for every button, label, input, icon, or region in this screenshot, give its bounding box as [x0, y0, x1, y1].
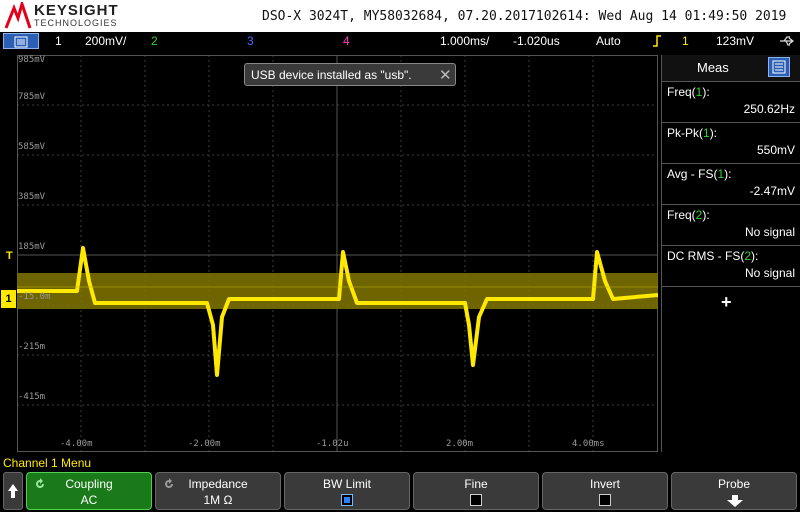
close-icon[interactable]: ✕: [439, 66, 452, 84]
label-suffix: ):: [751, 249, 759, 263]
x-tick-label: -1.02u: [316, 439, 349, 449]
measurement-panel: Meas Freq(1): 250.62Hz Pk-Pk(1): 550mV A…: [661, 55, 800, 452]
trigger-level[interactable]: 123mV: [716, 34, 754, 48]
menu-icon: [14, 36, 28, 48]
x-tick-label: -4.00m: [60, 439, 93, 449]
measurement-item[interactable]: Avg - FS(1): -2.47mV: [662, 164, 800, 205]
add-measurement-button[interactable]: +: [721, 292, 732, 313]
ch2-number[interactable]: 2: [151, 34, 158, 48]
header-bar: KEYSIGHT TECHNOLOGIES DSO-X 3024T, MY580…: [0, 0, 800, 32]
checkbox-fill: [344, 497, 350, 503]
bw-limit-checkbox[interactable]: [341, 494, 353, 506]
waveform-display[interactable]: [17, 55, 658, 452]
measurement-value: 250.62Hz: [743, 102, 795, 116]
measurement-item[interactable]: Pk-Pk(1): 550mV: [662, 123, 800, 164]
measurement-label: DC RMS - FS(2):: [667, 249, 758, 263]
y-tick-label: -415m: [18, 392, 46, 402]
impedance-softkey[interactable]: Impedance 1M Ω: [155, 472, 281, 510]
coupling-value: AC: [80, 493, 98, 507]
trigger-mode[interactable]: Auto: [596, 34, 621, 48]
coupling-softkey[interactable]: Coupling AC: [26, 472, 152, 510]
measurement-item[interactable]: Freq(2): No signal: [662, 205, 800, 246]
main-menu-button[interactable]: [3, 33, 39, 49]
invert-softkey[interactable]: Invert: [542, 472, 668, 510]
measurement-value: 550mV: [756, 143, 795, 157]
bw-limit-label: BW Limit: [323, 477, 371, 491]
x-tick-label: 2.00m: [446, 439, 474, 449]
arrow-up-icon: [8, 484, 18, 498]
x-tick-label: -2.00m: [188, 439, 221, 449]
arrow-down-icon: [727, 495, 743, 507]
fine-softkey[interactable]: Fine: [413, 472, 539, 510]
measurement-menu-button[interactable]: [768, 57, 790, 77]
measurement-item[interactable]: DC RMS - FS(2): No signal: [662, 246, 800, 287]
label-prefix: Pk-Pk(: [667, 126, 703, 140]
probe-label: Probe: [717, 477, 751, 491]
probe-softkey[interactable]: Probe: [671, 472, 797, 510]
measurement-label: Freq(1):: [667, 85, 710, 99]
measurement-value: No signal: [744, 266, 795, 280]
label-suffix: ):: [709, 126, 718, 140]
y-tick-label: -215m: [18, 342, 46, 352]
ch1-ground-marker-label: 1: [5, 293, 12, 305]
menu-up-button[interactable]: [3, 472, 23, 510]
measurement-label: Freq(2):: [667, 208, 710, 222]
trigger-channel[interactable]: 1: [682, 34, 689, 48]
fine-checkbox[interactable]: [470, 494, 482, 506]
label-suffix: ):: [724, 167, 732, 181]
measurement-title: Meas: [697, 60, 729, 75]
ch4-number[interactable]: 4: [343, 34, 350, 48]
measurement-value: No signal: [744, 225, 795, 239]
bw-limit-softkey[interactable]: BW Limit: [284, 472, 410, 510]
timebase-scale[interactable]: 1.000ms/: [440, 34, 489, 48]
usb-icon: [780, 36, 794, 46]
measurement-label: Pk-Pk(1):: [667, 126, 717, 140]
keysight-logo-icon: [4, 2, 32, 29]
label-suffix: ):: [702, 208, 710, 222]
brand-name: KEYSIGHT: [34, 2, 119, 19]
y-tick-label: -15.0m: [18, 292, 51, 302]
measurement-label: Avg - FS(1):: [667, 167, 732, 181]
notification-text: USB device installed as "usb".: [251, 68, 412, 82]
y-tick-label: 385mV: [18, 192, 46, 202]
instrument-info: DSO-X 3024T, MY58032684, 07.20.201710261…: [262, 9, 787, 24]
ch1-number[interactable]: 1: [55, 34, 62, 48]
label-suffix: ):: [702, 85, 710, 99]
invert-label: Invert: [589, 477, 620, 491]
label-channel: 2: [744, 249, 752, 263]
ch3-number[interactable]: 3: [247, 34, 254, 48]
label-prefix: DC RMS - FS(: [667, 249, 745, 263]
channel-status-bar: 1 200mV/ 2 3 4 1.000ms/ -1.020us Auto 1 …: [0, 32, 800, 50]
measurement-value: -2.47mV: [749, 184, 795, 198]
fine-label: Fine: [464, 477, 488, 491]
trigger-edge-icon: [653, 35, 661, 47]
invert-checkbox[interactable]: [599, 494, 611, 506]
ch1-ground-marker[interactable]: 1: [1, 290, 16, 308]
brand-subtitle: TECHNOLOGIES: [34, 18, 118, 28]
label-prefix: Freq(: [667, 208, 696, 222]
trigger-level-marker[interactable]: T: [6, 250, 13, 262]
y-tick-label: 585mV: [18, 142, 46, 152]
y-tick-label: 185mV: [18, 242, 46, 252]
impedance-value: 1M Ω: [203, 493, 233, 507]
time-delay[interactable]: -1.020us: [513, 34, 560, 48]
label-channel: 1: [703, 126, 710, 140]
label-prefix: Freq(: [667, 85, 696, 99]
coupling-label: Coupling: [65, 477, 113, 491]
x-tick-label: 4.00ms: [572, 439, 605, 449]
menu-title: Channel 1 Menu: [3, 456, 92, 470]
ch1-scale[interactable]: 200mV/: [85, 34, 126, 48]
menu-icon: [772, 60, 786, 74]
usb-notification: USB device installed as "usb". ✕: [244, 63, 456, 86]
label-prefix: Avg - FS(: [667, 167, 718, 181]
y-tick-label: 785mV: [18, 92, 46, 102]
waveform-graticule: [17, 55, 658, 452]
measurement-header: Meas: [662, 55, 800, 82]
y-tick-label: 985mV: [18, 55, 46, 65]
impedance-label: Impedance: [188, 477, 248, 491]
measurement-item[interactable]: Freq(1): 250.62Hz: [662, 82, 800, 123]
